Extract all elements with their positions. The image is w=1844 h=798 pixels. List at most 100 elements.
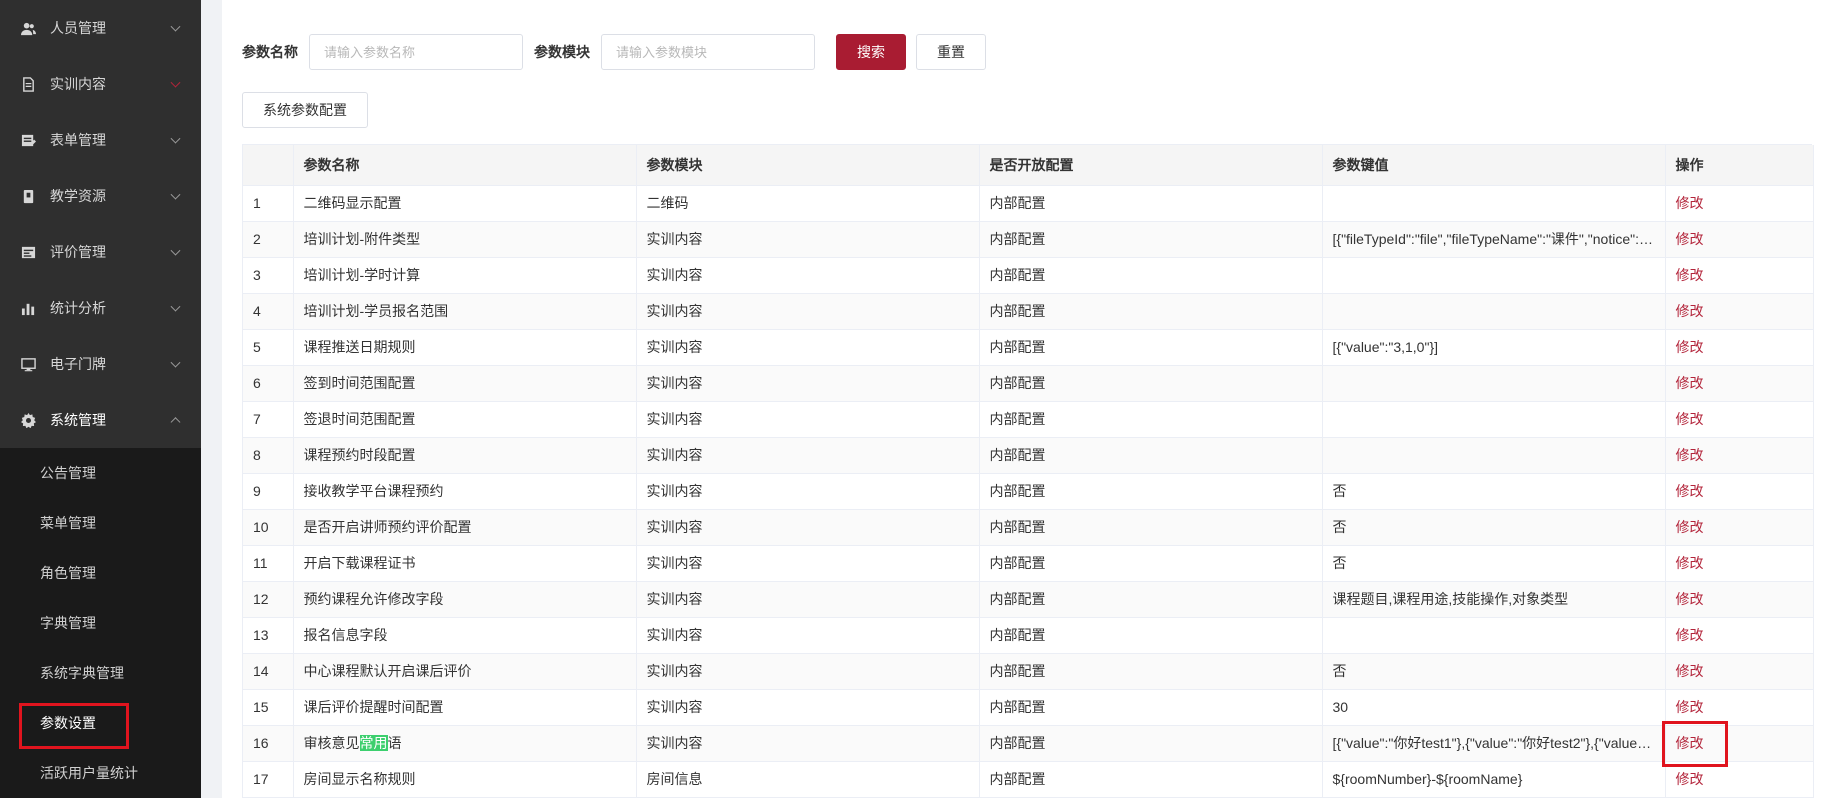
cell-index: 7 xyxy=(243,401,294,438)
edit-link[interactable]: 修改 xyxy=(1676,627,1704,643)
edit-link[interactable]: 修改 xyxy=(1676,267,1704,283)
cell-name: 房间显示名称规则 xyxy=(293,761,637,798)
submenu-parameter-settings[interactable]: 参数设置 xyxy=(0,698,201,749)
menu-evaluation[interactable]: 评价管理 xyxy=(0,224,201,280)
cell-open: 内部配置 xyxy=(979,293,1323,330)
cell-action: 修改 xyxy=(1665,689,1814,726)
table-row: 9 接收教学平台课程预约 实训内容 内部配置 否 修改 xyxy=(243,473,1814,510)
edit-link[interactable]: 修改 xyxy=(1676,699,1704,715)
form-icon xyxy=(20,132,36,148)
edit-link[interactable]: 修改 xyxy=(1676,303,1704,319)
cell-value xyxy=(1322,437,1666,474)
submenu-active-users[interactable]: 活跃用户量统计 xyxy=(0,748,201,798)
cell-index: 12 xyxy=(243,581,294,618)
cell-action: 修改 xyxy=(1665,221,1814,258)
menu-statistics[interactable]: 统计分析 xyxy=(0,280,201,336)
edit-link[interactable]: 修改 xyxy=(1676,447,1704,463)
menu-training-content[interactable]: 实训内容 xyxy=(0,56,201,112)
cell-value xyxy=(1322,257,1666,294)
param-module-input[interactable] xyxy=(601,34,815,70)
table-row: 3 培训计划-学时计算 实训内容 内部配置 修改 xyxy=(243,257,1814,294)
param-name-input[interactable] xyxy=(309,34,523,70)
menu-personnel[interactable]: 人员管理 xyxy=(0,0,201,56)
cell-module: 实训内容 xyxy=(636,437,980,474)
cell-index: 9 xyxy=(243,473,294,510)
cell-name: 培训计划-学员报名范围 xyxy=(293,293,637,330)
search-button[interactable]: 搜索 xyxy=(836,34,906,70)
book-icon xyxy=(20,188,36,204)
submenu-role-management[interactable]: 角色管理 xyxy=(0,548,201,598)
monitor-icon xyxy=(20,356,36,372)
cell-index: 2 xyxy=(243,221,294,258)
document-icon xyxy=(20,76,36,92)
cell-action: 修改 xyxy=(1665,365,1814,402)
cell-action: 修改 xyxy=(1665,437,1814,474)
menu-teaching-resources[interactable]: 教学资源 xyxy=(0,168,201,224)
column-header-index xyxy=(243,145,294,186)
name-part: 审核意见 xyxy=(303,735,360,751)
cell-module: 二维码 xyxy=(636,185,980,222)
cell-index: 10 xyxy=(243,509,294,546)
column-header-module: 参数模块 xyxy=(636,145,980,186)
cell-module: 实训内容 xyxy=(636,401,980,438)
cell-action: 修改 xyxy=(1665,617,1814,654)
cell-value: 课程题目,课程用途,技能操作,对象类型 xyxy=(1322,581,1666,618)
cell-open: 内部配置 xyxy=(979,437,1323,474)
cell-name: 预约课程允许修改字段 xyxy=(293,581,637,618)
reset-button[interactable]: 重置 xyxy=(916,34,986,70)
users-icon xyxy=(20,20,36,36)
cell-value xyxy=(1322,617,1666,654)
cell-action: 修改 xyxy=(1665,545,1814,582)
cell-name: 课程推送日期规则 xyxy=(293,329,637,366)
edit-link[interactable]: 修改 xyxy=(1676,735,1704,751)
edit-link[interactable]: 修改 xyxy=(1676,195,1704,211)
cell-value: 30 xyxy=(1322,689,1666,726)
cell-open: 内部配置 xyxy=(979,185,1323,222)
edit-link[interactable]: 修改 xyxy=(1676,555,1704,571)
cell-name: 培训计划-附件类型 xyxy=(293,221,637,258)
cell-module: 实训内容 xyxy=(636,581,980,618)
submenu-system-dictionary[interactable]: 系统字典管理 xyxy=(0,648,201,698)
submenu-menu-management[interactable]: 菜单管理 xyxy=(0,498,201,548)
edit-link[interactable]: 修改 xyxy=(1676,663,1704,679)
cell-name: 审核意见常用语 xyxy=(293,725,637,762)
cell-open: 内部配置 xyxy=(979,545,1323,582)
submenu-announcement[interactable]: 公告管理 xyxy=(0,448,201,498)
name-part: 语 xyxy=(387,735,402,751)
edit-link[interactable]: 修改 xyxy=(1676,231,1704,247)
cell-value: ${roomNumber}-${roomName} xyxy=(1322,761,1666,798)
menu-system-management[interactable]: 系统管理 xyxy=(0,392,201,448)
table-row: 8 课程预约时段配置 实训内容 内部配置 修改 xyxy=(243,437,1814,474)
menu-form-management[interactable]: 表单管理 xyxy=(0,112,201,168)
edit-link[interactable]: 修改 xyxy=(1676,411,1704,427)
cell-module: 房间信息 xyxy=(636,761,980,798)
table-row: 5 课程推送日期规则 实训内容 内部配置 [{"value":"3,1,0"}]… xyxy=(243,329,1814,366)
cell-open: 内部配置 xyxy=(979,653,1323,690)
cell-name: 报名信息字段 xyxy=(293,617,637,654)
system-param-config-button[interactable]: 系统参数配置 xyxy=(242,92,368,128)
cell-value xyxy=(1322,185,1666,222)
edit-link[interactable]: 修改 xyxy=(1676,375,1704,391)
column-header-value: 参数键值 xyxy=(1322,145,1666,186)
cell-module: 实训内容 xyxy=(636,329,980,366)
edit-link[interactable]: 修改 xyxy=(1676,771,1704,787)
cell-action: 修改 xyxy=(1665,509,1814,546)
edit-link[interactable]: 修改 xyxy=(1676,519,1704,535)
cell-module: 实训内容 xyxy=(636,689,980,726)
edit-link[interactable]: 修改 xyxy=(1676,339,1704,355)
cell-name: 二维码显示配置 xyxy=(293,185,637,222)
submenu-dictionary[interactable]: 字典管理 xyxy=(0,598,201,648)
cell-name: 签退时间范围配置 xyxy=(293,401,637,438)
cell-action: 修改 xyxy=(1665,653,1814,690)
table-row: 16 审核意见常用语 实训内容 内部配置 [{"value":"你好test1"… xyxy=(243,720,1814,767)
menu-label: 实训内容 xyxy=(50,76,106,92)
menu-e-doorplate[interactable]: 电子门牌 xyxy=(0,336,201,392)
param-name-label: 参数名称 xyxy=(242,44,298,60)
table-row: 15 课后评价提醒时间配置 实训内容 内部配置 30 修改 xyxy=(243,689,1814,726)
edit-link[interactable]: 修改 xyxy=(1676,483,1704,499)
cell-index: 5 xyxy=(243,329,294,366)
cell-open: 内部配置 xyxy=(979,725,1323,762)
edit-link[interactable]: 修改 xyxy=(1676,591,1704,607)
cell-value: 否 xyxy=(1322,545,1666,582)
cell-value: [{"value":"你好test1"},{"value":"你好test2"}… xyxy=(1322,725,1666,762)
